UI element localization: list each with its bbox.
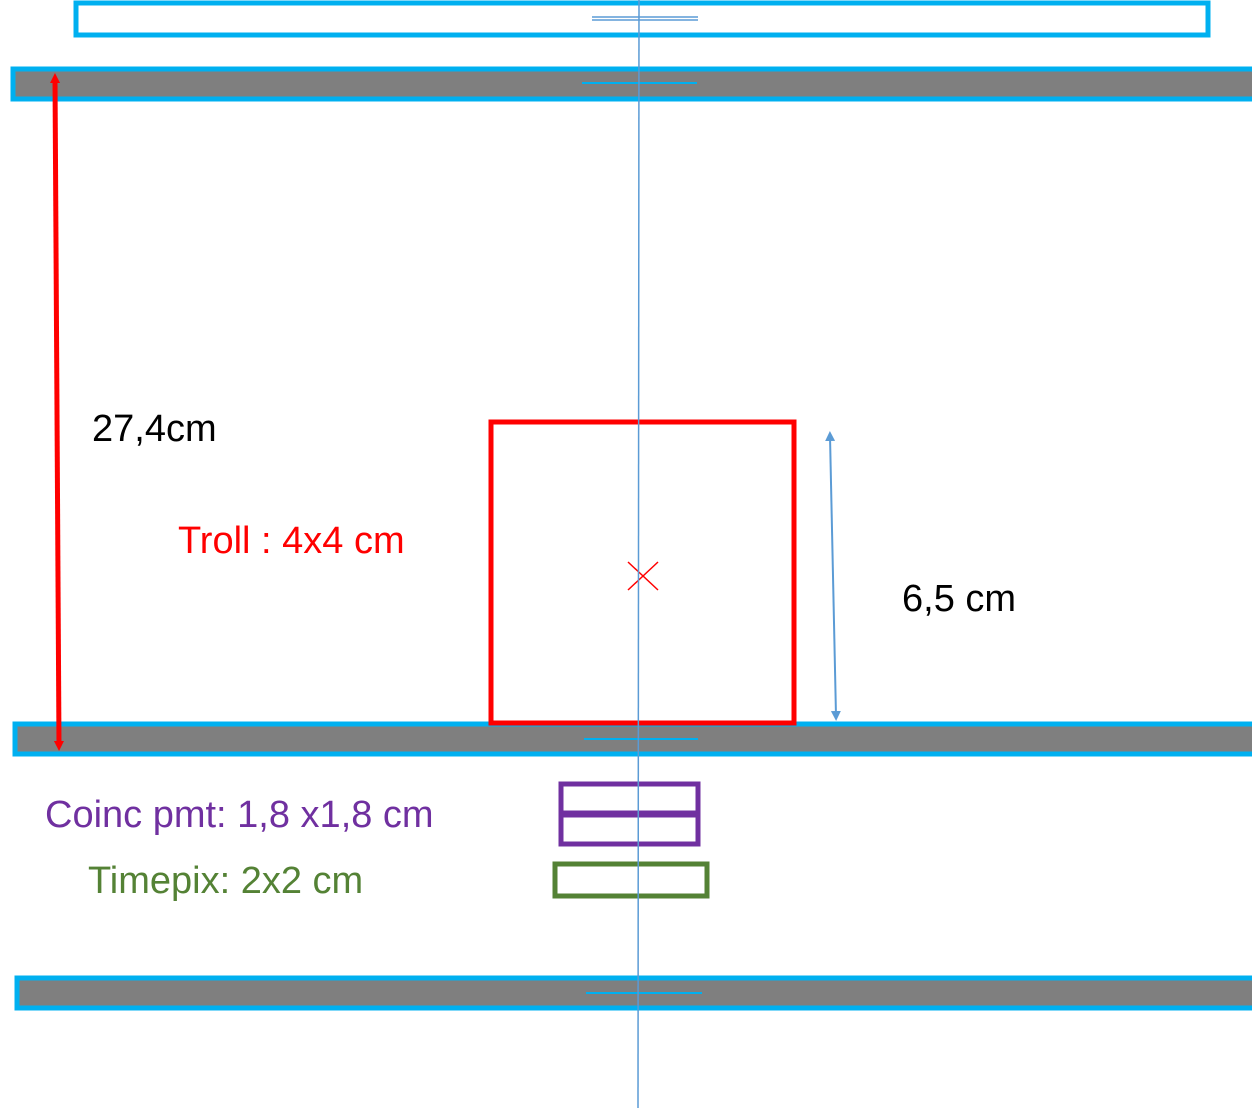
troll-offset-arrow <box>825 431 841 721</box>
troll-offset-label: 6,5 cm <box>902 578 1017 620</box>
troll-center-mark <box>627 561 659 591</box>
top-plate <box>73 0 1211 38</box>
timepix-box <box>552 861 710 899</box>
beam-axis-line <box>637 0 640 1109</box>
setup-diagram: 27,4cm Troll : 4x4 cm 6,5 cm Coinc pmt: … <box>0 0 1252 1109</box>
troll-box <box>488 419 797 726</box>
total-distance-arrow <box>50 73 64 751</box>
troll-label: Troll : 4x4 cm <box>178 520 405 562</box>
timepix-label: Timepix: 2x2 cm <box>88 860 364 902</box>
total-distance-label: 27,4cm <box>92 408 217 450</box>
coinc-pmt-label: Coinc pmt: 1,8 x1,8 cm <box>45 794 434 836</box>
